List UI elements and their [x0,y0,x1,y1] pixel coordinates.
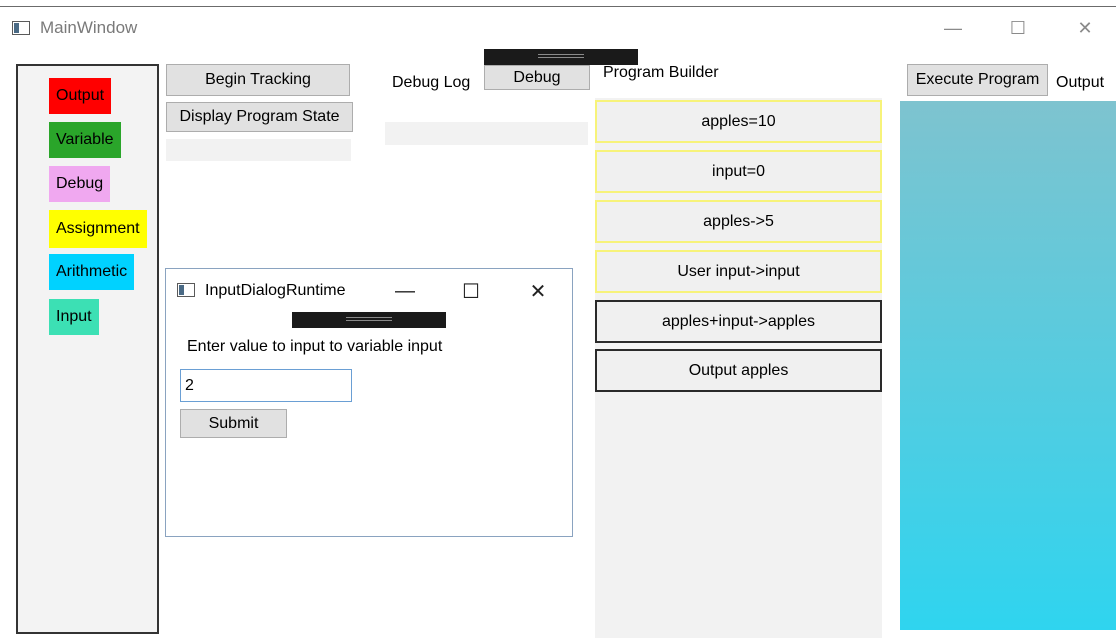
close-icon[interactable]: ✕ [1065,13,1105,43]
program-block-output[interactable]: Output apples [595,349,882,392]
palette-debug-block[interactable]: Debug [49,166,111,202]
dialog-close-icon[interactable]: ✕ [518,276,558,306]
window-title: MainWindow [40,18,138,37]
program-block-assignment[interactable]: apples->5 [595,200,882,243]
dialog-window-icon [177,283,195,297]
debug-log-label: Debug Log [392,74,471,91]
palette-output-block[interactable]: Output [49,78,112,114]
debug-log-output [385,122,588,145]
program-state-display [166,139,351,161]
drag-handle[interactable] [484,49,638,65]
execute-program-button[interactable]: Execute Program [907,64,1048,96]
palette-variable-block[interactable]: Variable [49,122,121,158]
input-dialog [165,268,573,537]
begin-tracking-button[interactable]: Begin Tracking [166,64,350,96]
output-label: Output [1056,74,1105,91]
palette-arithmetic-block[interactable]: Arithmetic [49,254,135,290]
dialog-maximize-icon[interactable]: ☐ [451,276,491,306]
submit-button[interactable]: Submit [180,409,287,438]
program-block-assignment[interactable]: apples=10 [595,100,882,143]
program-builder-label: Program Builder [603,64,719,81]
minimize-icon[interactable]: — [933,13,973,43]
dialog-title: InputDialogRuntime [205,282,346,299]
app-window-icon [12,21,30,35]
program-block-arithmetic[interactable]: apples+input->apples [595,300,882,343]
program-block-assignment[interactable]: input=0 [595,150,882,193]
palette-input-block[interactable]: Input [49,299,99,335]
dialog-drag-handle[interactable] [292,312,446,328]
dialog-prompt: Enter value to input to variable input [187,338,443,355]
output-panel [900,101,1116,630]
dialog-minimize-icon[interactable]: — [385,276,425,306]
display-program-state-button[interactable]: Display Program State [166,102,353,132]
program-block-assignment[interactable]: User input->input [595,250,882,293]
dialog-value-input[interactable] [180,369,352,402]
maximize-icon[interactable]: ☐ [998,13,1038,43]
debug-button[interactable]: Debug [484,65,590,90]
palette-assignment-block[interactable]: Assignment [49,210,147,248]
window-top-border [0,6,1116,7]
